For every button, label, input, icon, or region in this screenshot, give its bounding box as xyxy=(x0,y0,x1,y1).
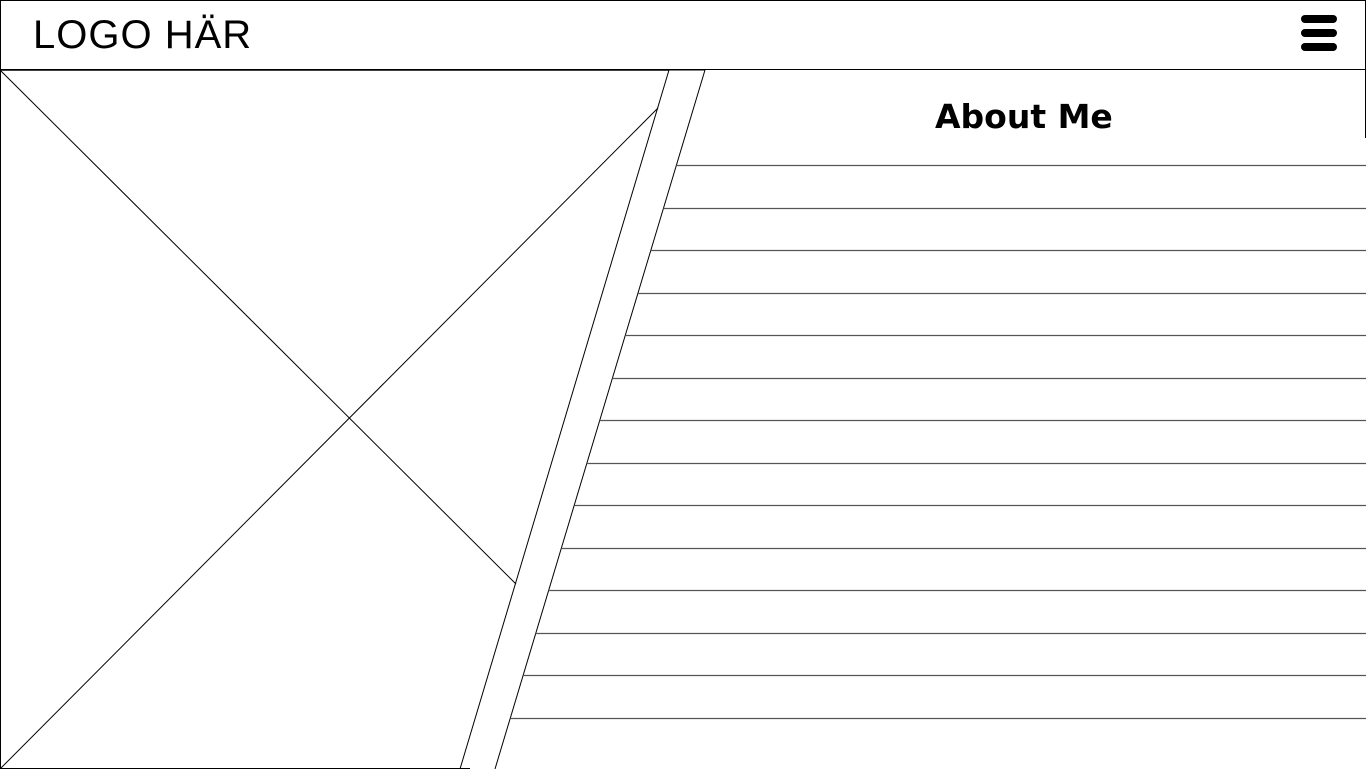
wireframe-page: LOGO HÄR About Me xyxy=(0,0,1366,769)
slanted-divider xyxy=(459,69,706,769)
image-placeholder-diagonal-1 xyxy=(0,69,517,585)
text-placeholder-lines xyxy=(510,164,1366,720)
hamburger-menu-button[interactable] xyxy=(1299,14,1339,52)
content-wireframe xyxy=(0,69,1366,769)
logo[interactable]: LOGO HÄR xyxy=(33,13,252,57)
about-me-heading: About Me xyxy=(935,97,1113,136)
image-placeholder xyxy=(0,69,669,769)
hamburger-menu-icon xyxy=(1301,15,1337,51)
site-header: LOGO HÄR xyxy=(0,0,1366,70)
